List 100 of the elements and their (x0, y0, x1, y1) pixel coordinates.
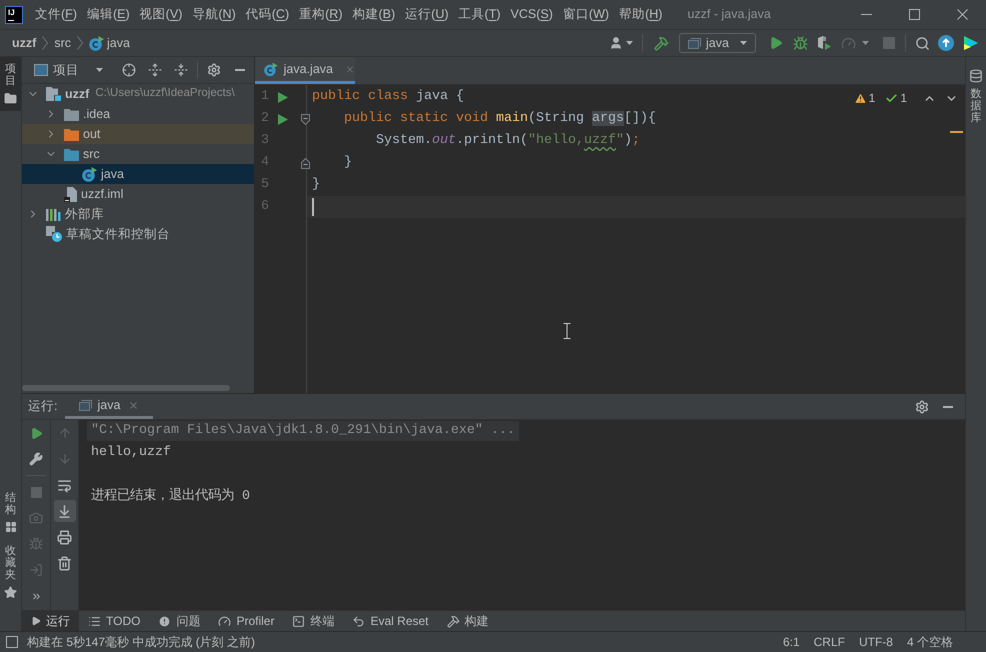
console-line: 进程已结束，退出代码为 0 (91, 487, 250, 506)
run-configuration-dropdown[interactable]: java (679, 33, 756, 53)
play-icon (31, 616, 41, 626)
camera-icon (29, 511, 43, 525)
tool-window-tab[interactable]: TODO (79, 611, 150, 631)
line-number: 5 (261, 176, 270, 194)
text-caret (312, 198, 314, 216)
trash-icon (57, 556, 72, 570)
square-icon (6, 636, 18, 648)
tool-window-button[interactable]: 收藏夹 (0, 538, 21, 605)
tool-window-tab[interactable]: 构建 (438, 611, 498, 631)
star-icon (4, 586, 17, 599)
undo-icon (352, 614, 366, 628)
tree-item[interactable]: uzzf.iml (22, 184, 254, 204)
chevron-right-icon (76, 36, 83, 50)
play-icon (30, 426, 42, 440)
tree-item[interactable]: .idea (22, 104, 254, 124)
tool-window-tab[interactable]: 终端 (283, 611, 344, 631)
chevron-right-icon (42, 36, 48, 50)
project-path: C:\Users\uzzf\IdeaProjects\ (95, 86, 235, 102)
status-item[interactable]: 6:1 (776, 633, 807, 651)
tree-item[interactable]: 外部库 (22, 204, 254, 224)
settings-icon (915, 400, 929, 414)
bug-icon (792, 36, 808, 50)
menu-item[interactable]: 视图(V) (134, 4, 188, 26)
scratch-file-icon (46, 226, 62, 242)
menu-item[interactable]: 导航(N) (187, 4, 241, 26)
menu-item[interactable]: 帮助(H) (614, 4, 668, 26)
caret-down-icon (626, 41, 633, 45)
library-icon (46, 208, 61, 220)
breadcrumb[interactable]: uzzf (10, 34, 38, 52)
shield-play-icon (816, 36, 832, 50)
tool-windows-button[interactable] (5, 635, 19, 649)
code-line: public class java { (312, 88, 464, 106)
bug-icon (29, 537, 43, 551)
caret-down-icon (96, 68, 103, 72)
line-number: 6 (261, 198, 270, 216)
scroll-to-end-button[interactable] (54, 500, 76, 522)
menu-item[interactable]: 窗口(W) (558, 4, 614, 26)
run-icon[interactable] (278, 114, 288, 124)
list-icon (88, 614, 101, 628)
fold-marker-icon[interactable] (301, 114, 310, 124)
caret-down-icon (862, 41, 869, 45)
tool-window-button[interactable]: 数据库 (966, 63, 986, 130)
maximize-icon (908, 9, 920, 20)
tool-window-tab[interactable]: Profiler (209, 611, 284, 631)
tree-item[interactable]: out (22, 124, 254, 144)
folder-icon (64, 108, 79, 120)
menu-item[interactable]: 运行(U) (400, 4, 454, 26)
view-selector[interactable]: 项目 (34, 60, 103, 80)
tool-window-tab[interactable]: 问题 (149, 611, 210, 631)
gauge-icon (218, 614, 232, 628)
caret-down-icon (740, 41, 747, 45)
tree-item[interactable]: uzzf C:\Users\uzzf\IdeaProjects\ (22, 84, 254, 104)
breadcrumb[interactable]: java (86, 34, 132, 52)
fold-marker-icon[interactable] (301, 158, 310, 168)
menu-item[interactable]: 编辑(E) (82, 4, 135, 26)
menu-item[interactable]: 代码(C) (240, 4, 294, 26)
status-item[interactable]: UTF-8 (852, 633, 900, 651)
crosshair-icon (122, 63, 136, 77)
menu-item[interactable]: 工具(T) (454, 4, 506, 26)
menu-item[interactable]: 构建(B) (347, 4, 400, 26)
tree-item[interactable]: 草稿文件和控制台 (22, 224, 254, 244)
inspection-counter[interactable]: 1 (852, 89, 878, 107)
class-icon (88, 36, 104, 50)
line-number: 4 (261, 154, 270, 172)
tool-window-button[interactable]: 结构 (0, 486, 21, 539)
error-stripe-mark (950, 131, 963, 133)
menu-item[interactable]: VCS(S) (506, 4, 558, 26)
hammer-icon (446, 614, 460, 628)
menu-item[interactable]: 文件(F) (30, 4, 82, 26)
tree-item[interactable]: src (22, 144, 254, 164)
menu-item[interactable]: 重构(R) (294, 4, 348, 26)
horizontal-scrollbar[interactable] (22, 385, 230, 391)
play-icon (769, 36, 783, 50)
run-icon[interactable] (278, 92, 288, 102)
breadcrumb[interactable]: src (52, 34, 73, 52)
window-icon (79, 400, 92, 410)
panel-label: 运行: (28, 398, 58, 416)
search-icon (914, 36, 930, 50)
folder-icon (64, 128, 79, 140)
tool-window-button[interactable]: 项目 (0, 57, 21, 112)
editor-tab[interactable]: java.java (255, 57, 355, 84)
tool-window-tab[interactable]: Eval Reset (343, 611, 438, 631)
user-icon (609, 36, 623, 50)
code-line: } (344, 154, 352, 172)
minimize-icon (235, 69, 245, 71)
status-item[interactable]: 4 个空格 (900, 633, 960, 651)
tree-item[interactable]: java (22, 164, 254, 184)
window-icon (688, 38, 701, 48)
gauge-icon (840, 36, 856, 50)
status-item[interactable]: CRLF (806, 633, 852, 651)
folder-icon (4, 92, 17, 106)
grid-icon (4, 520, 16, 533)
alert-icon (158, 614, 172, 628)
code-line: } (312, 176, 320, 194)
tool-window-tab[interactable]: 运行 (22, 611, 79, 631)
terminal-icon (292, 614, 306, 628)
code-line: System.out.println("hello,uzzf"); (376, 132, 640, 150)
inspection-counter[interactable]: 1 (883, 89, 909, 107)
